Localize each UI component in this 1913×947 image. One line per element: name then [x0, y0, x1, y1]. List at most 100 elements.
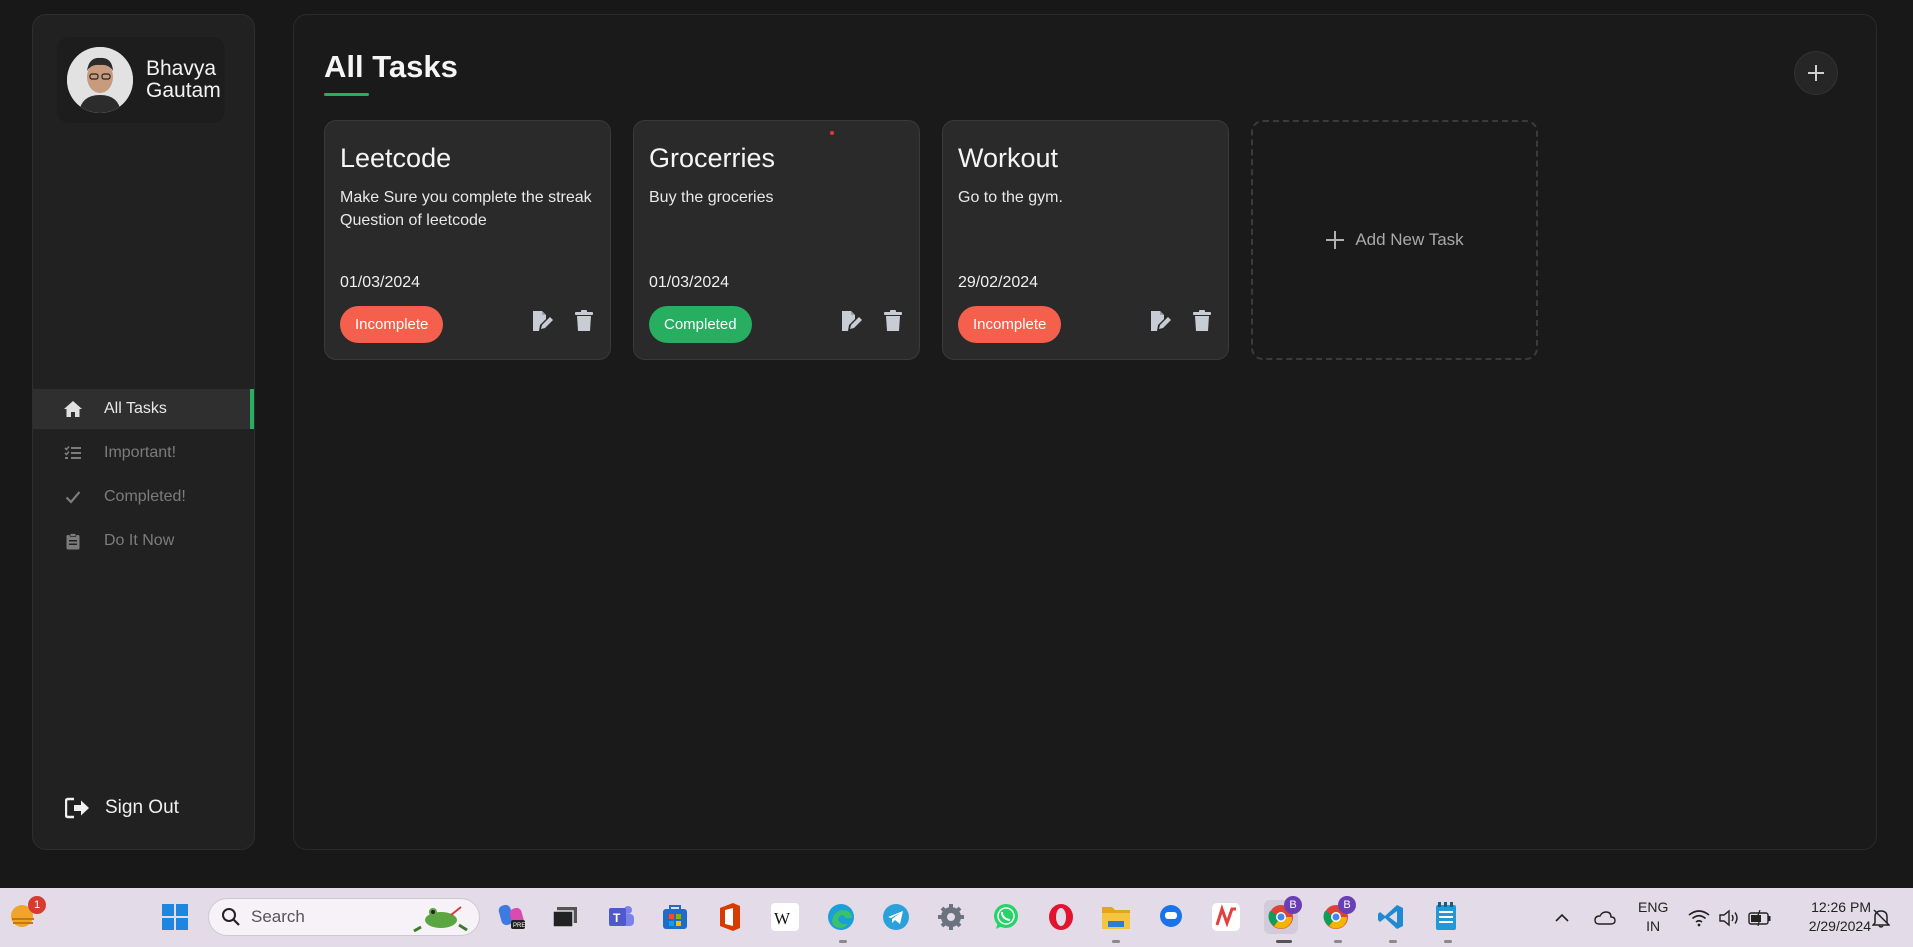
running-indicator [1334, 940, 1342, 943]
edit-icon[interactable] [530, 308, 556, 334]
copilot-icon[interactable]: PRE [495, 900, 529, 934]
taskbar-search[interactable]: Search [208, 898, 480, 936]
task-card: Workout Go to the gym. 29/02/2024 Incomp… [942, 120, 1229, 360]
region-code: IN [1646, 918, 1661, 934]
avatar [67, 47, 133, 113]
task-date: 29/02/2024 [958, 274, 1039, 291]
language-indicator[interactable]: ENG IN [1638, 898, 1668, 936]
file-explorer-icon[interactable] [1099, 900, 1133, 934]
search-placeholder: Search [251, 907, 305, 926]
opera-icon[interactable] [1044, 900, 1078, 934]
wifi-icon[interactable] [1688, 888, 1710, 947]
profile-badge: B [1284, 896, 1302, 914]
list-check-icon [63, 443, 83, 463]
notification-bell-icon[interactable] [1872, 888, 1890, 947]
teams-icon[interactable]: T [604, 900, 638, 934]
show-hidden-icons[interactable] [1554, 888, 1570, 947]
sidebar-item-label: Important! [104, 444, 177, 461]
sidebar-item-important[interactable]: Important! [33, 433, 254, 473]
sidebar: Bhavya Gautam All Tasks Important! Compl… [32, 14, 255, 850]
profile-card: Bhavya Gautam [57, 37, 225, 123]
page-title: All Tasks [324, 49, 458, 84]
weather-widget[interactable]: 1 [8, 896, 46, 934]
office-icon[interactable] [713, 900, 747, 934]
task-description: Go to the gym. [958, 189, 1063, 206]
sidebar-item-completed[interactable]: Completed! [33, 477, 254, 517]
profile-name: Bhavya Gautam [146, 58, 221, 102]
svg-text:T: T [613, 911, 621, 925]
clock-time: 12:26 PM [1811, 899, 1871, 915]
edit-icon[interactable] [839, 308, 865, 334]
chat-icon[interactable] [1154, 900, 1188, 934]
plus-icon [1808, 65, 1824, 81]
language-code: ENG [1638, 899, 1669, 915]
search-icon [221, 907, 241, 927]
running-indicator [1112, 940, 1120, 943]
task-actions [1148, 308, 1215, 334]
clipboard-icon [63, 531, 83, 551]
add-task-button[interactable] [1794, 51, 1838, 95]
notepad-icon[interactable] [1429, 900, 1463, 934]
profile-first-name: Bhavya [146, 57, 217, 80]
main-panel: All Tasks Leetcode Make Sure you complet… [293, 14, 1877, 850]
task-title: Workout [958, 143, 1059, 173]
sign-out-button[interactable]: Sign Out [65, 795, 179, 821]
telegram-icon[interactable] [879, 900, 913, 934]
trash-icon[interactable] [571, 308, 597, 334]
windows-start-icon[interactable] [158, 900, 192, 934]
taskbar: 1 Search PRE T W B B ENG IN 12:26 PM 2/2… [0, 888, 1913, 947]
plus-icon [1325, 230, 1345, 250]
task-actions [530, 308, 597, 334]
status-badge[interactable]: Completed [649, 306, 752, 343]
check-icon [63, 487, 83, 507]
status-badge[interactable]: Incomplete [340, 306, 444, 343]
sidebar-item-label: All Tasks [104, 400, 167, 417]
task-view-icon[interactable] [548, 900, 582, 934]
task-card: Leetcode Make Sure you complete the stre… [324, 120, 611, 360]
store-icon[interactable] [658, 900, 692, 934]
trash-icon[interactable] [1189, 308, 1215, 334]
add-new-task-label: Add New Task [1355, 230, 1464, 249]
notion-style-app-icon[interactable] [1209, 900, 1243, 934]
wikipedia-icon[interactable]: W [768, 900, 802, 934]
battery-icon[interactable] [1748, 888, 1772, 947]
home-icon [63, 399, 83, 419]
task-title: Grocerries [649, 143, 776, 173]
cursor-dot [830, 131, 834, 135]
add-new-task-card[interactable]: Add New Task [1251, 120, 1538, 360]
profile-badge: B [1338, 896, 1356, 914]
svg-text:W: W [774, 909, 791, 928]
status-badge[interactable]: Incomplete [958, 306, 1062, 343]
sidebar-item-label: Completed! [104, 488, 186, 505]
chevron-up-icon [1555, 913, 1569, 922]
sidebar-item-do-it-now[interactable]: Do It Now [33, 521, 254, 561]
frog-icon [413, 906, 468, 933]
sign-out-icon [65, 795, 91, 821]
volume-icon[interactable] [1718, 888, 1740, 947]
whatsapp-icon[interactable] [989, 900, 1023, 934]
sidebar-item-all-tasks[interactable]: All Tasks [33, 389, 254, 429]
task-description: Make Sure you complete the streak Questi… [340, 189, 592, 229]
profile-last-name: Gautam [146, 79, 221, 102]
task-date: 01/03/2024 [340, 274, 421, 291]
running-indicator [1389, 940, 1397, 943]
trash-icon[interactable] [880, 308, 906, 334]
clock-date: 2/29/2024 [1808, 918, 1871, 934]
sign-out-label: Sign Out [105, 797, 179, 818]
task-title: Leetcode [340, 143, 452, 173]
edit-icon[interactable] [1148, 308, 1174, 334]
edge-icon[interactable] [824, 900, 858, 934]
task-card: Grocerries Buy the groceries 01/03/2024 … [633, 120, 920, 360]
onedrive-icon[interactable] [1594, 888, 1616, 947]
active-indicator [1276, 940, 1292, 943]
running-indicator [1444, 940, 1452, 943]
vscode-icon[interactable] [1374, 900, 1408, 934]
sidebar-nav: All Tasks Important! Completed! Do It No… [33, 389, 254, 565]
taskbar-clock[interactable]: 12:26 PM 2/29/2024 [1809, 898, 1871, 936]
task-date: 01/03/2024 [649, 274, 730, 291]
settings-icon[interactable] [934, 900, 968, 934]
task-actions [839, 308, 906, 334]
task-description: Buy the groceries [649, 189, 774, 206]
sidebar-item-label: Do It Now [104, 532, 175, 549]
svg-text:PRE: PRE [513, 923, 525, 929]
